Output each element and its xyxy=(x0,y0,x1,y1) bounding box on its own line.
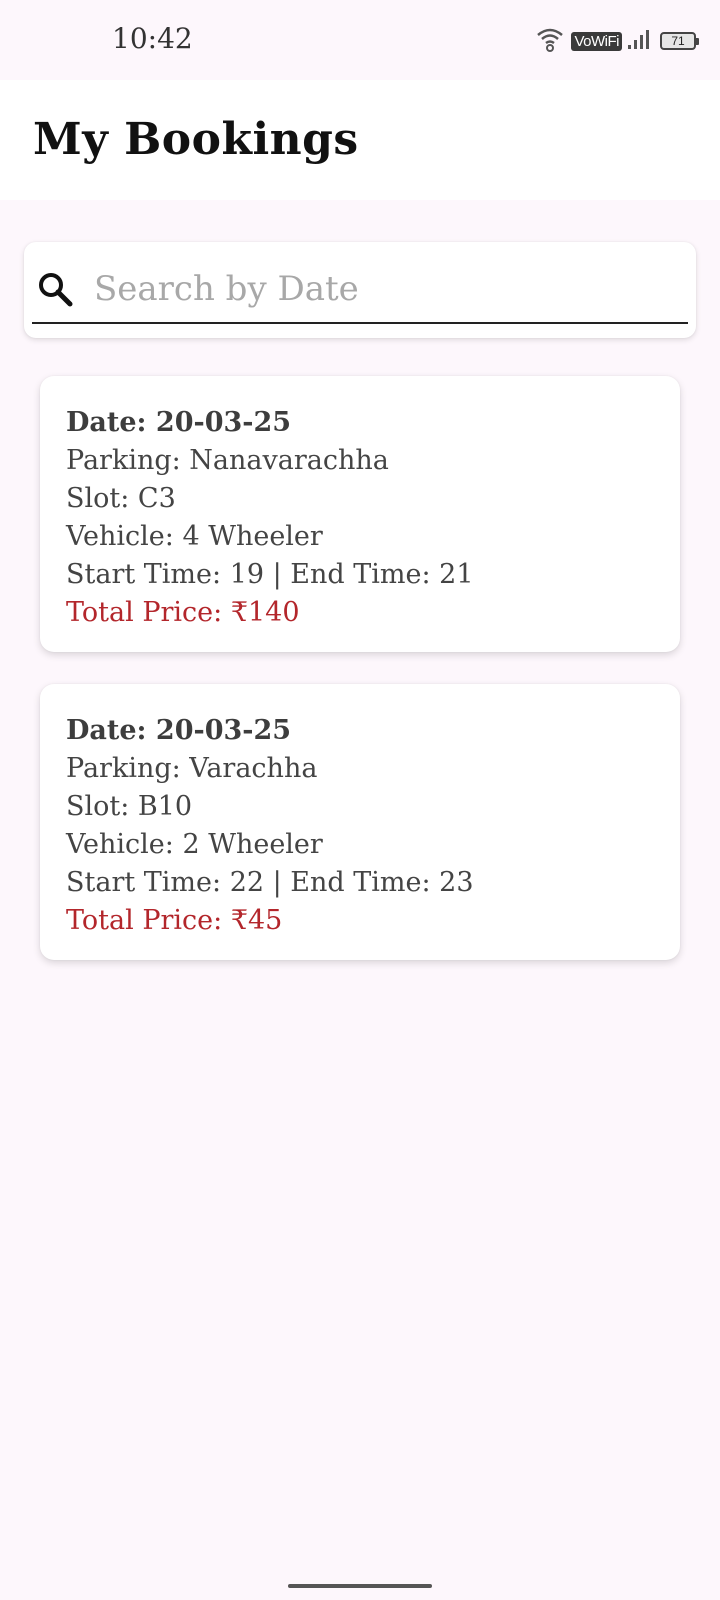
booking-price: Total Price: ₹140 xyxy=(66,597,300,628)
status-time: 10:42 xyxy=(112,22,193,55)
search-input[interactable] xyxy=(94,264,674,314)
app-bar: My Bookings xyxy=(0,80,720,200)
booking-times: Start Time: 19 | End Time: 21 xyxy=(66,559,474,590)
home-indicator[interactable] xyxy=(288,1584,432,1588)
status-bar: 10:42 VoWiFi 71 xyxy=(0,0,720,80)
booking-slot: Slot: C3 xyxy=(66,483,176,514)
page-title: My Bookings xyxy=(33,114,359,165)
signal-icon xyxy=(628,28,654,54)
booking-card[interactable]: Date: 20-03-25 Parking: Varachha Slot: B… xyxy=(40,684,680,960)
booking-card[interactable]: Date: 20-03-25 Parking: Nanavarachha Slo… xyxy=(40,376,680,652)
booking-parking: Parking: Varachha xyxy=(66,753,318,784)
vowifi-badge: VoWiFi xyxy=(571,31,622,51)
booking-slot: Slot: B10 xyxy=(66,791,193,822)
search-icon xyxy=(36,270,76,310)
booking-price: Total Price: ₹45 xyxy=(66,905,283,936)
status-icons: VoWiFi 71 xyxy=(535,25,699,57)
search-underline xyxy=(32,322,688,324)
battery-icon: 71 xyxy=(660,32,699,50)
search-card xyxy=(24,242,696,338)
booking-times: Start Time: 22 | End Time: 23 xyxy=(66,867,474,898)
booking-vehicle: Vehicle: 2 Wheeler xyxy=(66,829,323,860)
wifi-icon xyxy=(535,25,565,57)
booking-date: Date: 20-03-25 xyxy=(66,715,292,746)
battery-level: 71 xyxy=(671,34,685,48)
booking-parking: Parking: Nanavarachha xyxy=(66,445,389,476)
booking-vehicle: Vehicle: 4 Wheeler xyxy=(66,521,323,552)
booking-date: Date: 20-03-25 xyxy=(66,407,292,438)
